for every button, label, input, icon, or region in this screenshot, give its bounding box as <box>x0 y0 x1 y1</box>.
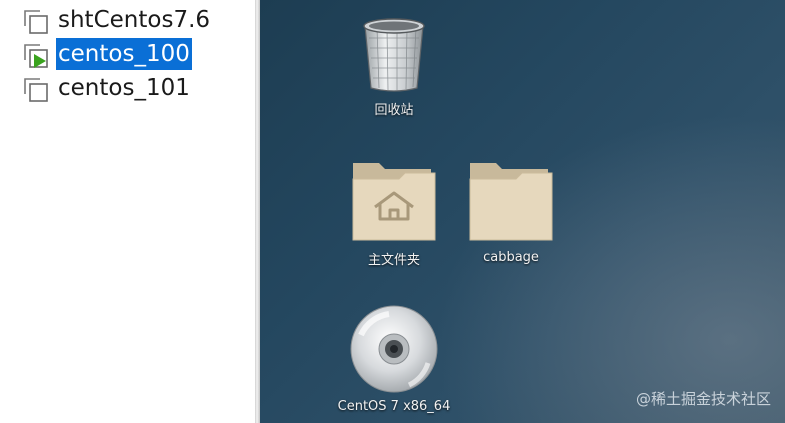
vm-name-label: centos_101 <box>58 75 190 101</box>
vm-library-panel: shtCentos7.6 centos_100 centos_101 <box>0 0 255 423</box>
vm-list-item-centos-100[interactable]: centos_100 <box>20 38 250 70</box>
trash-icon <box>339 12 449 98</box>
desktop-icon-label: CentOS 7 x86_64 <box>337 399 451 414</box>
watermark: @稀土掘金技术社区 <box>635 390 771 408</box>
optical-disc-icon <box>339 305 449 399</box>
vm-list-item-shtcentos7-6[interactable]: shtCentos7.6 <box>20 4 250 36</box>
guest-desktop[interactable]: 回收站 主文件夹 cabbage CentOS 7 x86_64 @稀土掘金技术… <box>260 0 785 423</box>
virtual-machine-icon <box>22 8 50 36</box>
desktop-icon-cabbage-folder[interactable]: cabbage <box>456 155 566 275</box>
vm-list-item-centos-101[interactable]: centos_101 <box>20 72 250 104</box>
folder-icon <box>456 155 566 249</box>
desktop-icon-label: 主文件夹 <box>367 253 420 268</box>
virtual-machine-icon <box>22 76 50 104</box>
desktop-icon-label: cabbage <box>483 250 539 265</box>
vm-name-label: centos_100 <box>56 38 192 70</box>
home-folder-icon <box>339 155 449 249</box>
vm-name-label: shtCentos7.6 <box>58 7 211 33</box>
desktop-icon-home-folder[interactable]: 主文件夹 <box>339 155 449 275</box>
desktop-icon-trash[interactable]: 回收站 <box>339 12 449 122</box>
desktop-icon-centos-disc[interactable]: CentOS 7 x86_64 <box>338 305 450 420</box>
virtual-machine-running-icon <box>22 42 50 70</box>
desktop-icon-label: 回收站 <box>374 103 414 118</box>
